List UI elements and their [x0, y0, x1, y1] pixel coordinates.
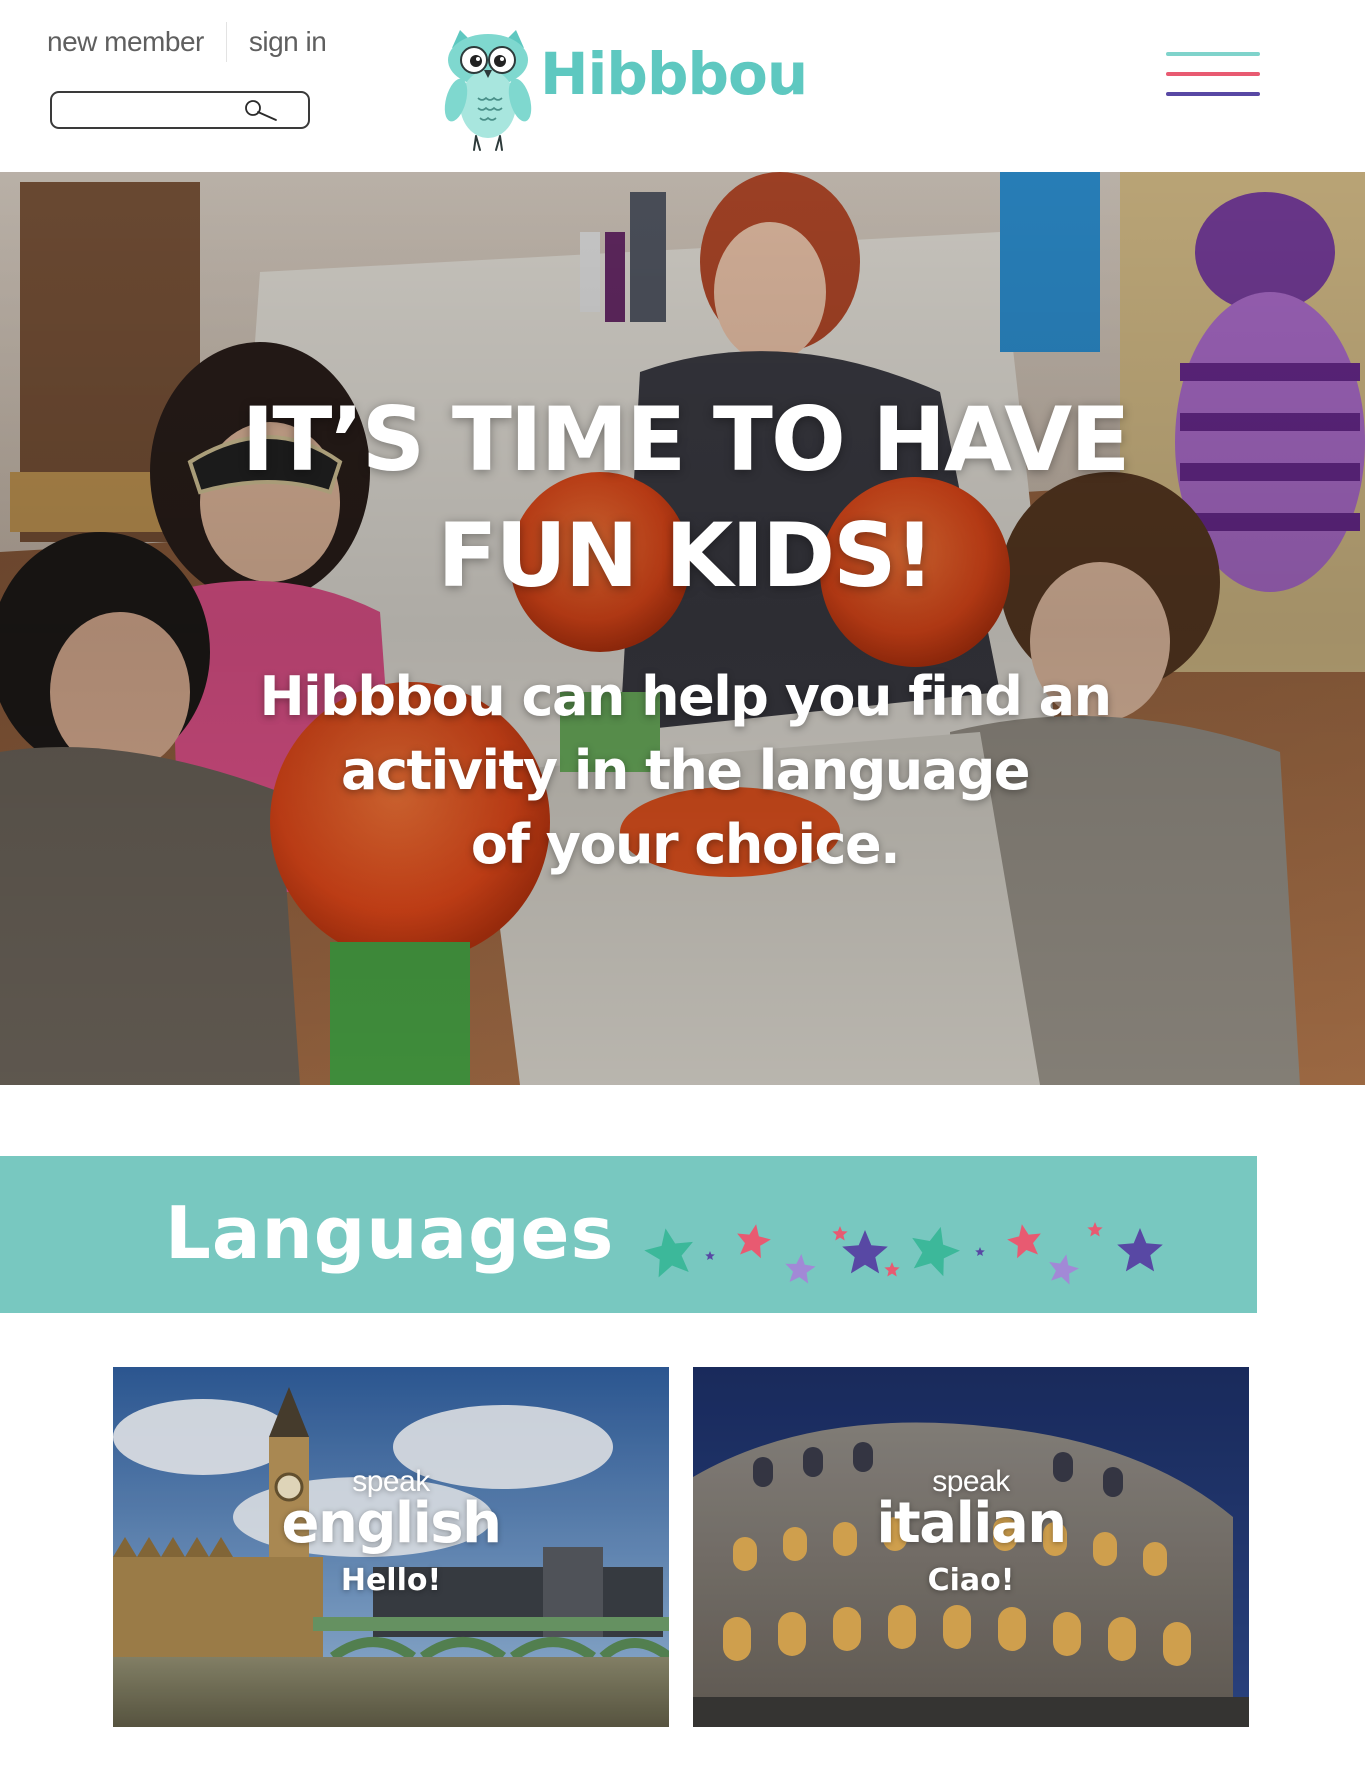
star-icon: [1087, 1222, 1103, 1237]
hero-subtitle: Hibbbou can help you find an activity in…: [200, 660, 1170, 882]
card-greeting: Ciao!: [927, 1563, 1015, 1598]
star-icon: [842, 1230, 888, 1274]
language-cards: speak english Hello! speak italian Ciao!: [113, 1367, 1250, 1727]
menu-bar-middle: [1166, 72, 1260, 76]
hero-title: IT’S TIME TO HAVE FUN KIDS!: [180, 382, 1190, 614]
star-icon: [1007, 1224, 1041, 1259]
menu-button[interactable]: [1166, 52, 1260, 100]
owl-logo-icon: [444, 30, 532, 151]
languages-banner: Languages: [0, 1156, 1257, 1313]
sign-in-link[interactable]: sign in: [249, 22, 327, 62]
star-icon: [644, 1228, 693, 1278]
star-icon: [832, 1226, 848, 1241]
star-icon: [1117, 1228, 1163, 1272]
search-input[interactable]: [60, 97, 244, 125]
auth-links: new member sign in: [47, 22, 327, 62]
logo-text: Hibbbou: [540, 40, 808, 108]
star-icon: [1049, 1254, 1079, 1285]
search-box: [50, 91, 310, 129]
star-icon: [737, 1224, 771, 1259]
hero-title-line: FUN KIDS!: [437, 504, 934, 607]
menu-bar-top: [1166, 52, 1260, 56]
star-icon: [705, 1251, 715, 1260]
hero-title-line: IT’S TIME TO HAVE: [241, 388, 1131, 491]
star-icon: [912, 1226, 960, 1277]
language-card-english[interactable]: speak english Hello!: [113, 1367, 669, 1727]
star-icon: [884, 1262, 900, 1277]
menu-bar-bottom: [1166, 92, 1260, 96]
card-language-name: english: [281, 1491, 502, 1556]
languages-heading: Languages: [165, 1191, 615, 1275]
stars-decoration-icon: [644, 1222, 1163, 1285]
card-greeting: Hello!: [340, 1563, 442, 1598]
site-logo[interactable]: Hibbbou: [436, 26, 808, 156]
card-language-name: italian: [876, 1491, 1067, 1556]
hero-photo: [0, 172, 1365, 1085]
star-icon: [785, 1254, 816, 1284]
search-icon[interactable]: [242, 99, 282, 123]
new-member-link[interactable]: new member: [47, 22, 204, 62]
hero-subtitle-line: Hibbbou can help you find an: [259, 665, 1112, 728]
language-card-italian[interactable]: speak italian Ciao!: [693, 1367, 1249, 1727]
hero-subtitle-line: activity in the language: [341, 739, 1030, 802]
star-icon: [975, 1247, 985, 1256]
hero-banner: IT’S TIME TO HAVE FUN KIDS! Hibbbou can …: [0, 172, 1365, 1085]
auth-divider: [225, 22, 227, 62]
hero-subtitle-line: of your choice.: [470, 813, 901, 876]
site-header: new member sign in Hibbbou: [0, 0, 1365, 172]
